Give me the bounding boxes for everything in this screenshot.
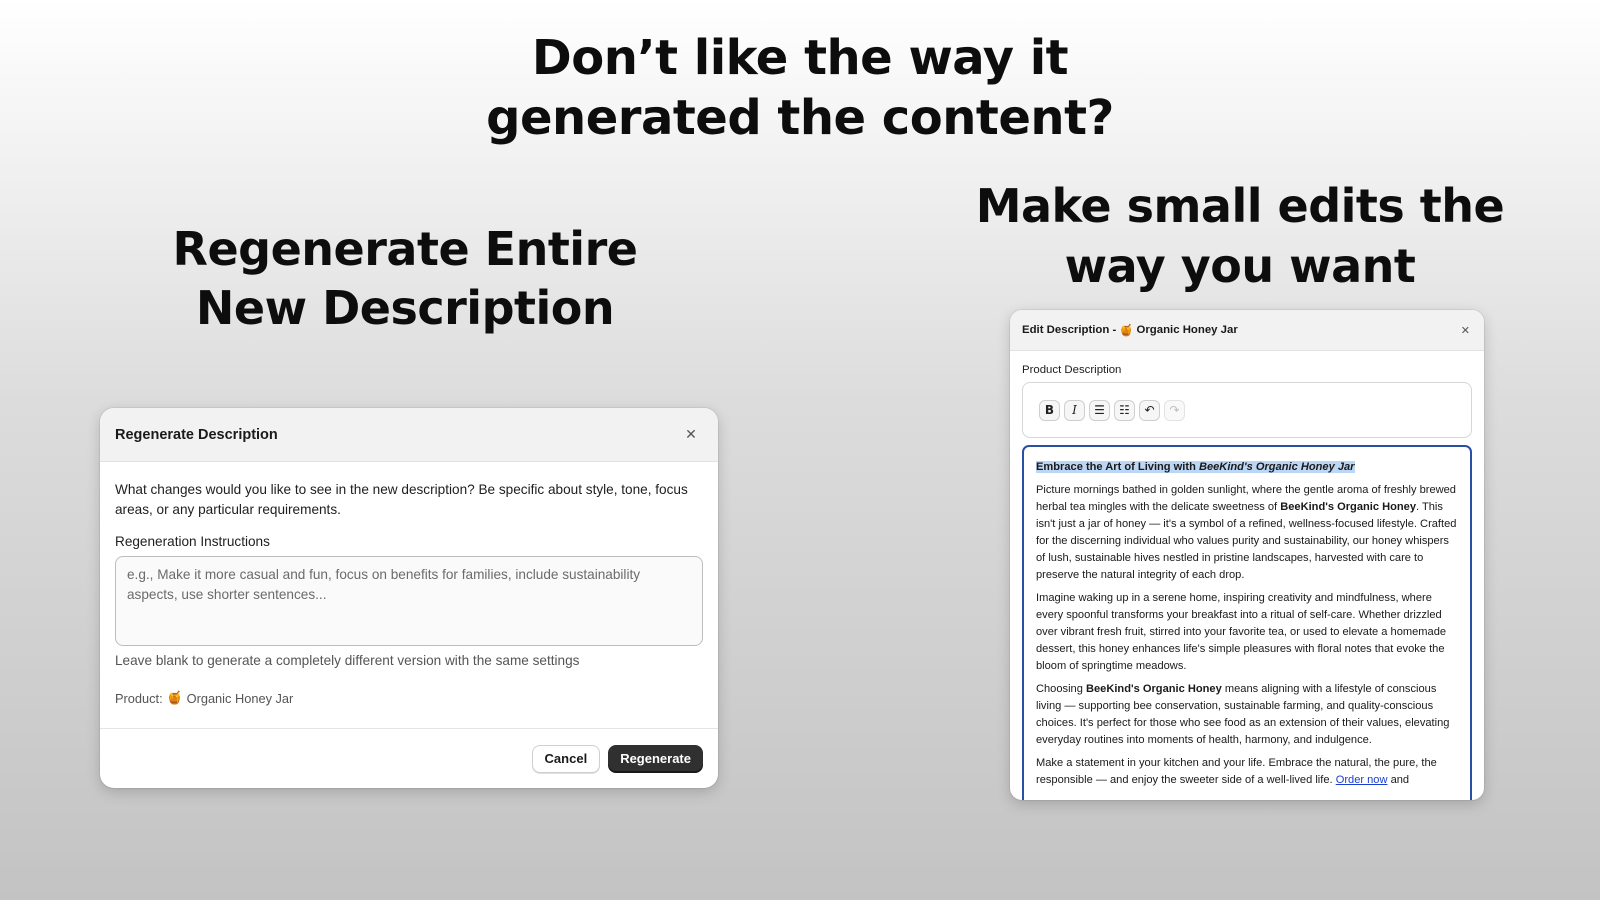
editor-toolbar: B I ☰ ☷ ↶ ↷ — [1022, 382, 1472, 438]
edit-modal-title-prefix: Edit Description - — [1022, 324, 1117, 336]
editor-paragraph-3: Choosing BeeKind's Organic Honey means a… — [1036, 681, 1458, 749]
italic-icon[interactable]: I — [1064, 399, 1085, 421]
left-headline-line1: Regenerate Entire — [172, 222, 638, 276]
right-headline-line1: Make small edits the — [975, 179, 1505, 233]
left-headline: Regenerate Entire New Description — [100, 220, 710, 338]
honey-jar-icon: 🍯 — [1119, 325, 1134, 337]
redo-icon: ↷ — [1164, 399, 1185, 421]
numbered-list-icon[interactable]: ☷ — [1114, 399, 1135, 421]
cancel-button[interactable]: Cancel — [531, 744, 601, 773]
main-headline-line2: generated the content? — [486, 90, 1114, 146]
left-headline-line2: New Description — [195, 281, 615, 335]
regenerate-button[interactable]: Regenerate — [608, 744, 703, 773]
editor-heading: Embrace the Art of Living with BeeKind's… — [1036, 461, 1355, 473]
right-headline-line2: way you want — [1064, 239, 1416, 293]
editor-paragraph-2: Imagine waking up in a serene home, insp… — [1036, 592, 1447, 672]
regenerate-modal: Regenerate Description ✕ What changes wo… — [100, 408, 718, 788]
main-headline: Don’t like the way it generated the cont… — [400, 28, 1200, 148]
honey-jar-icon: 🍯 — [166, 690, 183, 705]
edit-modal-header: Edit Description - 🍯 Organic Honey Jar ✕ — [1010, 310, 1484, 351]
editor-p3-text-a: Choosing — [1036, 683, 1083, 695]
regeneration-help-text: Leave blank to generate a completely dif… — [115, 653, 580, 668]
bullet-list-icon[interactable]: ☰ — [1089, 399, 1110, 421]
editor-heading-italic: BeeKind's Organic Honey Jar — [1198, 461, 1355, 473]
undo-icon[interactable]: ↶ — [1139, 399, 1160, 421]
edit-modal-title: Edit Description - 🍯 Organic Honey Jar — [1022, 323, 1238, 337]
regenerate-modal-footer: Cancel Regenerate — [100, 728, 718, 788]
order-now-link[interactable]: Order now — [1336, 774, 1388, 786]
editor-heading-paragraph: Embrace the Art of Living with BeeKind's… — [1036, 459, 1458, 476]
edit-modal-product-name: Organic Honey Jar — [1136, 324, 1238, 336]
edit-modal-body: Product Description B I ☰ ☷ ↶ ↷ Embrace … — [1010, 351, 1484, 800]
regenerate-modal-body: What changes would you like to see in th… — [100, 462, 718, 706]
product-prefix: Product: — [115, 690, 163, 706]
regenerate-instructions-description: What changes would you like to see in th… — [115, 482, 688, 517]
close-icon[interactable]: ✕ — [680, 424, 702, 446]
regeneration-instructions-label: Regeneration Instructions — [115, 534, 270, 549]
editor-p3-bold: BeeKind's Organic Honey — [1085, 683, 1222, 695]
editor-paragraph-4: Make a statement in your kitchen and you… — [1036, 755, 1458, 789]
editor-p4-text-b: and — [1390, 774, 1410, 786]
regenerate-modal-header: Regenerate Description ✕ — [100, 408, 718, 462]
regeneration-instructions-input[interactable] — [115, 556, 703, 646]
right-headline: Make small edits the way you want — [940, 176, 1540, 296]
product-info: Product: 🍯 Organic Honey Jar — [115, 690, 703, 706]
product-description-label: Product Description — [1022, 364, 1122, 376]
edit-description-modal: Edit Description - 🍯 Organic Honey Jar ✕… — [1010, 310, 1484, 800]
editor-heading-text: Embrace the Art of Living with — [1036, 461, 1196, 473]
product-name: Organic Honey Jar — [186, 690, 294, 706]
main-headline-line1: Don’t like the way it — [531, 30, 1069, 86]
close-icon[interactable]: ✕ — [1461, 324, 1470, 337]
bold-icon[interactable]: B — [1039, 399, 1060, 421]
regenerate-modal-title: Regenerate Description — [115, 426, 278, 443]
editor-paragraph-1: Picture mornings bathed in golden sunlig… — [1036, 482, 1458, 584]
editor-p1-bold: BeeKind's Organic Honey — [1280, 501, 1417, 513]
description-editor[interactable]: Embrace the Art of Living with BeeKind's… — [1022, 445, 1472, 800]
editor-p1-text-b: . This isn't just a jar of honey — it's … — [1036, 501, 1457, 581]
